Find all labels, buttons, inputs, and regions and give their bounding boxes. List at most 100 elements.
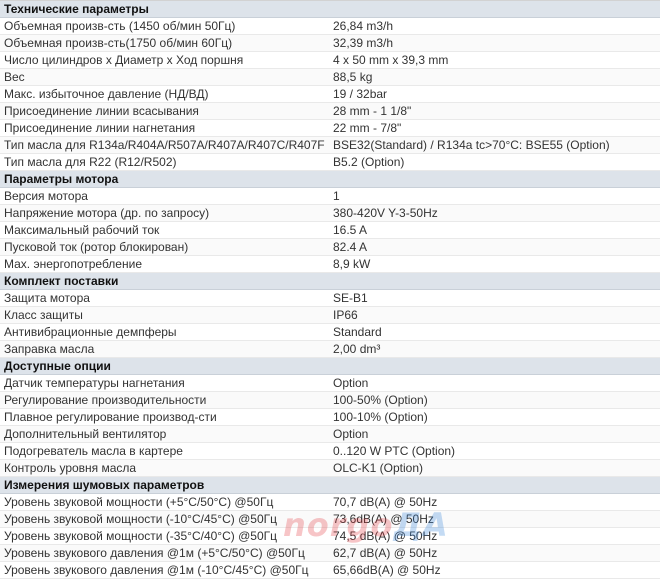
spec-value: 22 mm - 7/8" — [333, 121, 402, 135]
spec-label: Защита мотора — [4, 291, 90, 305]
spec-row: Дополнительный вентилятор Option — [0, 426, 660, 443]
spec-value: 70,7 dB(A) @ 50Hz — [333, 495, 438, 509]
spec-row: Уровень звуковой мощности (-10°C/45°C) @… — [0, 511, 660, 528]
section-rows: Уровень звуковой мощности (+5°C/50°C) @5… — [0, 494, 660, 579]
spec-value: BSE32(Standard) / R134a tc>70°C: BSE55 (… — [333, 138, 610, 152]
spec-row: Датчик температуры нагнетания Option — [0, 375, 660, 392]
spec-value: 4 x 50 mm x 39,3 mm — [333, 53, 449, 67]
section-rows: Объемная произв-сть (1450 об/мин 50Гц) 26… — [0, 18, 660, 171]
spec-value: 26,84 m3/h — [333, 19, 394, 33]
spec-label: Класс защиты — [4, 308, 83, 322]
spec-row: Тип масла для R134a/R404A/R507A/R407A/R4… — [0, 137, 660, 154]
spec-label: Заправка масла — [4, 342, 95, 356]
spec-label: Вес — [4, 70, 25, 84]
spec-row: Версия мотора 1 — [0, 188, 660, 205]
spec-row: Уровень звуковой мощности (+5°C/50°C) @5… — [0, 494, 660, 511]
spec-label: Тип масла для R22 (R12/R502) — [4, 155, 177, 169]
spec-label: Уровень звукового давления @1м (+5°C/50°… — [4, 546, 305, 560]
section-header: Параметры мотора — [0, 171, 660, 188]
spec-label: Присоединение линии всасывания — [4, 104, 199, 118]
spec-value: 1 — [333, 189, 340, 203]
section-header: Измерения шумовых параметров — [0, 477, 660, 494]
spec-value: 0..120 W PTC (Option) — [333, 444, 456, 458]
spec-row: Присоединение линии всасывания 28 mm - 1 … — [0, 103, 660, 120]
spec-value: SE-B1 — [333, 291, 368, 305]
spec-value: 62,7 dB(A) @ 50Hz — [333, 546, 438, 560]
section-rows: Защита мотора SE-B1 Класс защиты IP66 Антиви… — [0, 290, 660, 358]
spec-label: Максимальный рабочий ток — [4, 223, 160, 237]
spec-value: 100-10% (Option) — [333, 410, 428, 424]
spec-value: 16.5 A — [333, 223, 368, 237]
spec-label: Уровень звуковой мощности (-10°C/45°C) @… — [4, 512, 277, 526]
spec-label: Дополнительный вентилятор — [4, 427, 167, 441]
spec-label: Датчик температуры нагнетания — [4, 376, 185, 390]
spec-row: Заправка масла 2,00 dm³ — [0, 341, 660, 358]
spec-label: Версия мотора — [4, 189, 88, 203]
spec-value: Option — [333, 376, 369, 390]
spec-label: Регулирование производительности — [4, 393, 207, 407]
spec-value: IP66 — [333, 308, 358, 322]
spec-section: Комплект поставки Защита мотора SE-B1 Класс… — [0, 273, 660, 358]
spec-row: Класс защиты IP66 — [0, 307, 660, 324]
section-header: Комплект поставки — [0, 273, 660, 290]
spec-value: 100-50% (Option) — [333, 393, 428, 407]
spec-row: Плавное регулирование производ-сти 100-10… — [0, 409, 660, 426]
spec-row: Пусковой ток (ротор блокирован) 82.4 A — [0, 239, 660, 256]
spec-value: 88,5 kg — [333, 70, 373, 84]
spec-row: Присоединение линии нагнетания 22 mm - 7/… — [0, 120, 660, 137]
spec-value: OLC-K1 (Option) — [333, 461, 424, 475]
spec-value: 82.4 A — [333, 240, 368, 254]
spec-label: Мах. энергопотребление — [4, 257, 142, 271]
spec-row: Уровень звуковой мощности (-35°C/40°C) @… — [0, 528, 660, 545]
section-header: Технические параметры — [0, 1, 660, 18]
spec-row: Макс. избыточное давление (НД/ВД) 19 / 32… — [0, 86, 660, 103]
spec-label: Пусковой ток (ротор блокирован) — [4, 240, 189, 254]
spec-value: 8,9 kW — [333, 257, 371, 271]
spec-row: Максимальный рабочий ток 16.5 A — [0, 222, 660, 239]
spec-row: Антивибрационные демпферы Standard — [0, 324, 660, 341]
spec-section: Доступные опции Датчик температуры нагнет… — [0, 358, 660, 477]
section-rows: Версия мотора 1 Напряжение мотора (др. по … — [0, 188, 660, 273]
spec-label: Уровень звуковой мощности (-35°C/40°C) @… — [4, 529, 277, 543]
spec-label: Плавное регулирование производ-сти — [4, 410, 217, 424]
spec-table: Технические параметры Объемная произв-сть… — [0, 0, 660, 579]
spec-value: 32,39 m3/h — [333, 36, 394, 50]
spec-label: Подогреватель масла в картере — [4, 444, 183, 458]
spec-row: Вес 88,5 kg — [0, 69, 660, 86]
spec-label: Напряжение мотора (др. по запросу) — [4, 206, 210, 220]
spec-row: Число цилиндров х Диаметр х Ход поршня 4 … — [0, 52, 660, 69]
spec-section: Параметры мотора Версия мотора 1 Напряжение… — [0, 171, 660, 273]
spec-row: Тип масла для R22 (R12/R502) B5.2 (Option… — [0, 154, 660, 171]
spec-label: Объемная произв-сть(1750 об/мин 60Гц) — [4, 36, 233, 50]
spec-row: Объемная произв-сть(1750 об/мин 60Гц) 32,… — [0, 35, 660, 52]
spec-value: 2,00 dm³ — [333, 342, 381, 356]
spec-value: 65,66dB(A) @ 50Hz — [333, 563, 441, 577]
spec-value: 73,6dB(A) @ 50Hz — [333, 512, 434, 526]
spec-row: Напряжение мотора (др. по запросу) 380-42… — [0, 205, 660, 222]
spec-section: Технические параметры Объемная произв-сть… — [0, 1, 660, 171]
spec-label: Присоединение линии нагнетания — [4, 121, 196, 135]
spec-row: Мах. энергопотребление 8,9 kW — [0, 256, 660, 273]
spec-row: Регулирование производительности 100-50% … — [0, 392, 660, 409]
spec-label: Объемная произв-сть (1450 об/мин 50Гц) — [4, 19, 236, 33]
spec-value: 28 mm - 1 1/8" — [333, 104, 412, 118]
spec-label: Тип масла для R134a/R404A/R507A/R407A/R4… — [4, 138, 325, 152]
section-header: Доступные опции — [0, 358, 660, 375]
spec-label: Макс. избыточное давление (НД/ВД) — [4, 87, 209, 101]
spec-label: Уровень звукового давления @1м (-10°C/45… — [4, 563, 309, 577]
spec-row: Уровень звукового давления @1м (-10°C/45… — [0, 562, 660, 579]
spec-row: Контроль уровня масла OLC-K1 (Option) — [0, 460, 660, 477]
spec-label: Контроль уровня масла — [4, 461, 137, 475]
spec-label: Число цилиндров х Диаметр х Ход поршня — [4, 53, 244, 67]
section-rows: Датчик температуры нагнетания Option Регул… — [0, 375, 660, 477]
spec-value: 74,5 dB(A) @ 50Hz — [333, 529, 438, 543]
spec-label: Уровень звуковой мощности (+5°C/50°C) @5… — [4, 495, 274, 509]
spec-value: 19 / 32bar — [333, 87, 388, 101]
spec-label: Антивибрационные демпферы — [4, 325, 177, 339]
spec-row: Подогреватель масла в картере 0..120 W PT… — [0, 443, 660, 460]
spec-value: Standard — [333, 325, 382, 339]
spec-row: Защита мотора SE-B1 — [0, 290, 660, 307]
spec-row: Уровень звукового давления @1м (+5°C/50°… — [0, 545, 660, 562]
spec-value: 380-420V Y-3-50Hz — [333, 206, 438, 220]
spec-value: Option — [333, 427, 369, 441]
